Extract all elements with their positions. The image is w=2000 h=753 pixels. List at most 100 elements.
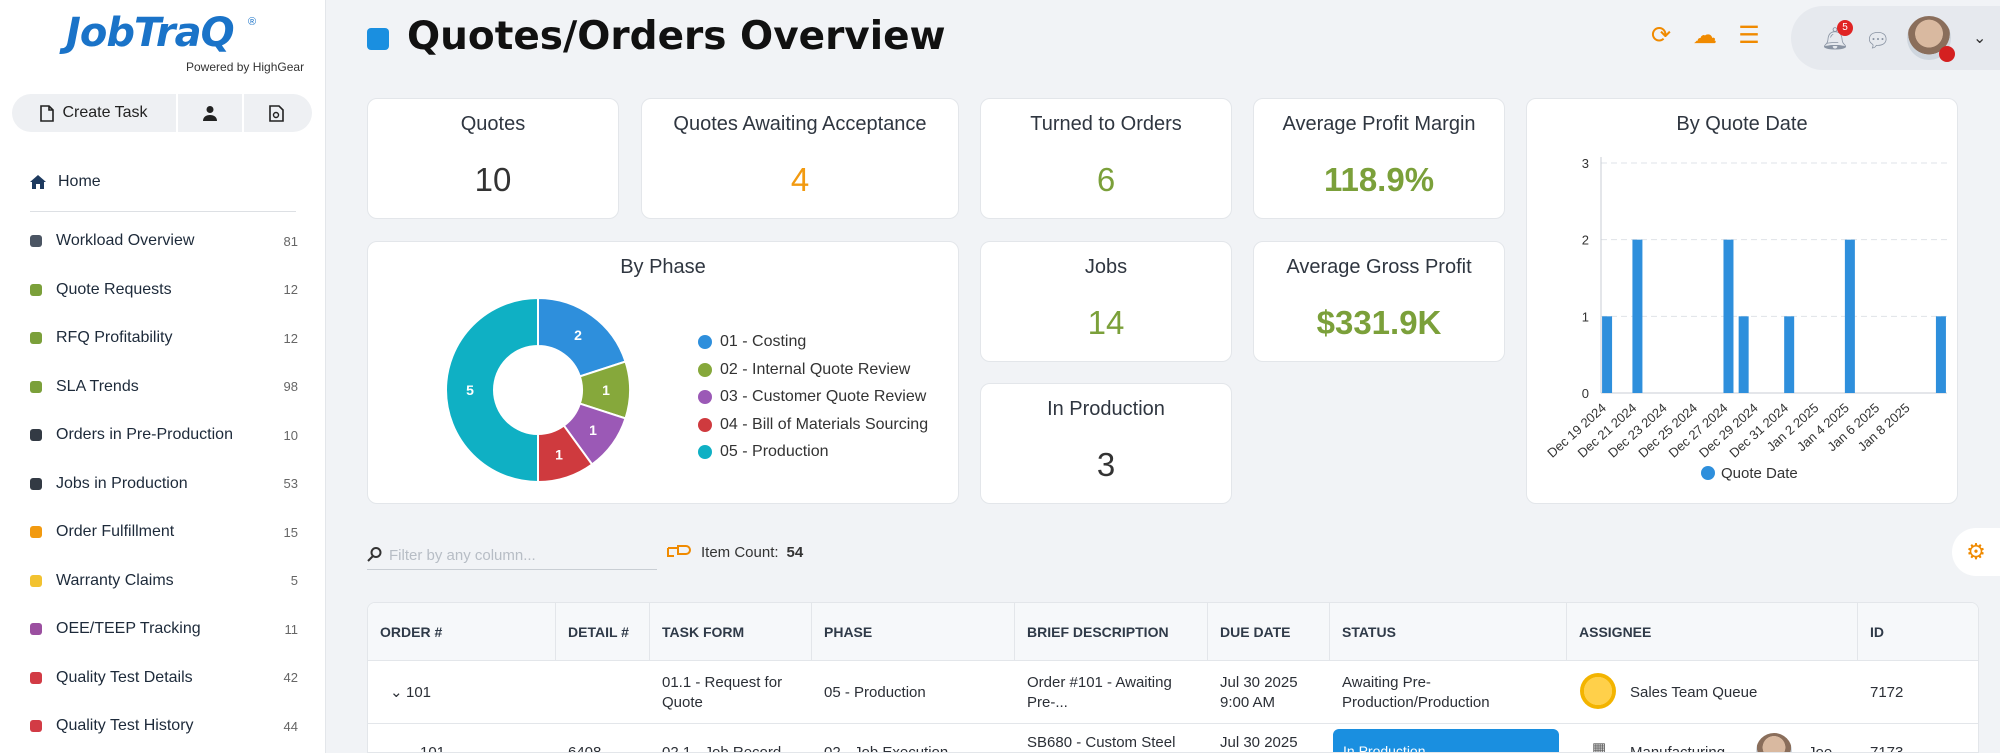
- color-square-icon: [30, 526, 42, 538]
- bar: [1844, 239, 1855, 393]
- y-tick-label: 3: [1582, 156, 1589, 171]
- kpi-value: 3: [1096, 446, 1116, 483]
- cell-phase: 02 - Job Execution: [824, 744, 949, 753]
- legend-swatch: [698, 417, 712, 432]
- by-phase-donut-chart: 2 1 1 1 5: [445, 296, 631, 484]
- legend-swatch: [698, 445, 712, 459]
- chevron-down-icon[interactable]: ⌄: [1973, 28, 1986, 48]
- kpi-quotes[interactable]: Quotes 10: [367, 98, 619, 219]
- item-count: Item Count: 54: [667, 543, 803, 561]
- sidebar-item-count: 15: [283, 524, 298, 540]
- refresh-icon[interactable]: ⟳: [1647, 22, 1675, 50]
- user-panel: 🔔︎ 5 💬︎ ⌄: [1791, 6, 2000, 70]
- create-task-button[interactable]: Create Task: [12, 94, 176, 132]
- legend-item[interactable]: 01 - Costing: [698, 332, 806, 352]
- pie-slice-label: 5: [466, 382, 474, 398]
- cell-due-date: Jul 30 2025 9:00 AM: [1220, 674, 1298, 711]
- cell-task-form: 02.1 - Job Record: [662, 744, 782, 753]
- column-header-phase[interactable]: PHASE: [812, 603, 1015, 661]
- sidebar-item-quality-test-history[interactable]: Quality Test History 44: [30, 711, 298, 741]
- status-badge: In Production: [1333, 729, 1559, 752]
- bar: [1784, 316, 1795, 393]
- sidebar-item-label: RFQ Profitability: [56, 329, 173, 346]
- column-header-status[interactable]: STATUS: [1330, 603, 1567, 661]
- report-icon: [268, 104, 284, 122]
- kpi-awaiting-acceptance[interactable]: Quotes Awaiting Acceptance 4: [641, 98, 959, 219]
- column-header-brief-description[interactable]: BRIEF DESCRIPTION: [1015, 603, 1208, 661]
- kpi-average-gross-profit[interactable]: Average Gross Profit $331.9K: [1253, 241, 1505, 362]
- sidebar-item-jobs-in-production[interactable]: Jobs in Production 53: [30, 469, 298, 499]
- color-square-icon: [30, 429, 42, 441]
- sidebar-item-order-fulfillment[interactable]: Order Fulfillment 15: [30, 517, 298, 547]
- filter-box: [367, 540, 657, 570]
- legend-swatch: [1701, 466, 1715, 480]
- kpi-turned-to-orders[interactable]: Turned to Orders 6: [980, 98, 1232, 219]
- cell-order: 101: [406, 684, 432, 701]
- building-icon: ▦: [1592, 740, 1607, 753]
- y-tick-label: 1: [1582, 309, 1589, 324]
- filter-input[interactable]: [389, 544, 649, 566]
- kpi-average-profit-margin[interactable]: Average Profit Margin 118.9%: [1253, 98, 1505, 219]
- report-button[interactable]: [242, 94, 308, 132]
- bar: [1602, 316, 1613, 393]
- kpi-title: Quotes Awaiting Acceptance: [673, 113, 927, 135]
- legend-item[interactable]: 04 - Bill of Materials Sourcing: [698, 415, 928, 435]
- item-count-value: 54: [786, 543, 804, 561]
- legend-swatch: [698, 362, 712, 377]
- column-header-task-form[interactable]: TASK FORM: [650, 603, 812, 661]
- chat-icon[interactable]: 💬︎: [1865, 28, 1890, 52]
- sidebar-item-count: 11: [284, 621, 299, 637]
- sidebar-item-label: Quote Requests: [56, 280, 172, 298]
- sidebar-item-warranty-claims[interactable]: Warranty Claims 5: [30, 566, 298, 596]
- legend-item[interactable]: 05 - Production: [698, 442, 829, 462]
- sidebar-item-sla-trends[interactable]: SLA Trends 98: [30, 372, 298, 402]
- sidebar-item-quality-test-details[interactable]: Quality Test Details 42: [30, 663, 298, 693]
- user-icon: [203, 106, 217, 121]
- kpi-in-production[interactable]: In Production 3: [980, 383, 1232, 504]
- sidebar-item-count: 10: [283, 427, 298, 443]
- legend-item[interactable]: 03 - Customer Quote Review: [698, 387, 926, 407]
- by-quote-date-chart-card: By Quote Date 0 1 2 3 Dec 19 2024 Dec 21 2024…: [1526, 98, 1958, 504]
- pie-slice[interactable]: [445, 296, 539, 484]
- y-tick-label: 2: [1582, 233, 1589, 248]
- cell-assignee-secondary: Joe: [1808, 744, 1833, 753]
- pie-slice-label: 1: [589, 422, 597, 438]
- column-header-id[interactable]: ID: [1858, 603, 1978, 661]
- column-header-assignee[interactable]: ASSIGNEE: [1567, 603, 1858, 661]
- color-square-icon: [30, 477, 42, 490]
- create-task-label: Create Task: [62, 104, 148, 121]
- cell-id: 7173: [1870, 744, 1904, 753]
- bar: [1935, 316, 1946, 393]
- user-button[interactable]: [176, 94, 242, 132]
- sidebar-item-home[interactable]: Home: [30, 167, 298, 197]
- sidebar-item-label: Warranty Claims: [56, 571, 174, 589]
- lock-badge-icon: [1939, 46, 1955, 62]
- sidebar: JobTraQ ® Powered by HighGear Create Tas…: [0, 0, 326, 753]
- sidebar-item-rfq-profitability[interactable]: RFQ Profitability 12: [30, 323, 298, 353]
- cloud-upload-icon[interactable]: ☁: [1691, 22, 1719, 50]
- sidebar-item-count: 12: [283, 282, 298, 297]
- color-square-icon: [30, 332, 42, 344]
- column-header-detail[interactable]: DETAIL #: [556, 603, 650, 661]
- cell-id: 7172: [1870, 684, 1904, 701]
- kpi-title: Average Profit Margin: [1282, 113, 1476, 135]
- sidebar-item-label: SLA Trends: [56, 377, 139, 395]
- main-content: Quotes/Orders Overview ⟳ ☁ ☰ 🔔︎ 5 💬︎ ⌄ Q…: [327, 0, 2000, 753]
- gear-icon[interactable]: ⚙: [1952, 528, 2000, 576]
- quick-toolbar: Create Task: [12, 94, 312, 132]
- sidebar-item-label: Home: [58, 173, 101, 190]
- sidebar-item-oee-teep-tracking[interactable]: OEE/TEEP Tracking 11: [30, 614, 298, 644]
- column-header-due-date[interactable]: DUE DATE: [1208, 603, 1330, 661]
- legend-label: 05 - Production: [720, 443, 829, 460]
- legend-item[interactable]: 02 - Internal Quote Review: [698, 360, 910, 380]
- column-header-order[interactable]: ORDER #: [368, 603, 556, 661]
- jobtraq-logo[interactable]: JobTraQ ® Powered by HighGear: [66, 10, 326, 76]
- bar: [1738, 316, 1749, 393]
- table-header: ORDER # DETAIL # TASK FORM PHASE BRIEF D…: [368, 603, 1978, 661]
- list-icon[interactable]: ☰: [1735, 22, 1763, 50]
- kpi-value: 10: [474, 161, 512, 198]
- sidebar-item-orders-in-pre-production[interactable]: Orders in Pre-Production 10: [30, 420, 298, 450]
- sidebar-item-workload-overview[interactable]: Workload Overview 81: [30, 226, 298, 256]
- sidebar-item-quote-requests[interactable]: Quote Requests 12: [30, 275, 298, 305]
- kpi-jobs[interactable]: Jobs 14: [980, 241, 1232, 362]
